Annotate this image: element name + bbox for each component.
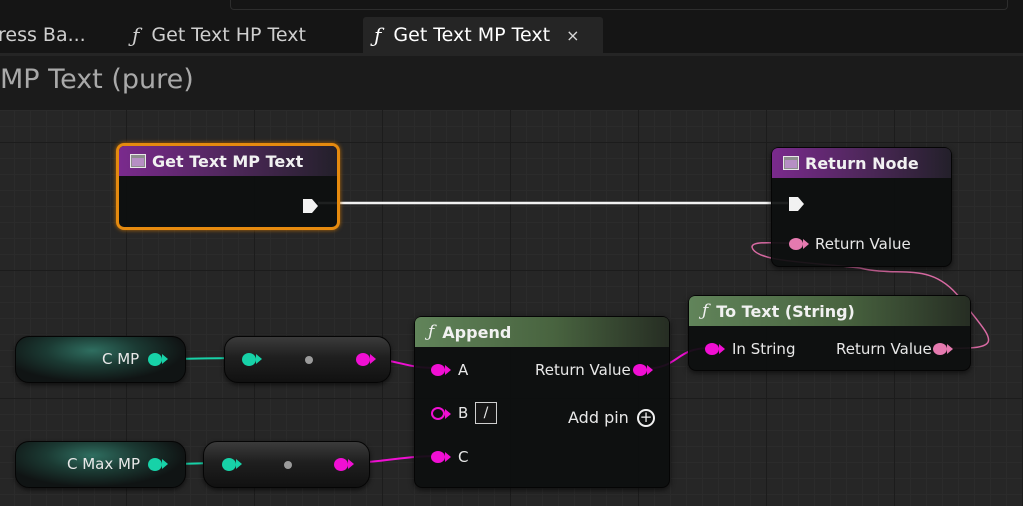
conversion-node-to-string[interactable]: [203, 441, 370, 488]
return-node[interactable]: Return Node Return Value: [771, 147, 952, 267]
output-pin[interactable]: [334, 458, 348, 471]
pin-arrow-icon: [803, 239, 809, 249]
node-header: Get Text MP Text: [119, 146, 337, 176]
conversion-dot-icon: [284, 461, 292, 469]
pin-b[interactable]: [431, 407, 445, 420]
output-pin[interactable]: [148, 458, 162, 471]
input-pin[interactable]: [222, 458, 236, 471]
in-string-pin[interactable]: [705, 343, 719, 355]
conversion-node-to-string[interactable]: [224, 336, 391, 383]
pin-arrow-icon: [348, 459, 354, 469]
output-pin[interactable]: [356, 353, 370, 366]
toolbar-edge: [230, 0, 1008, 10]
node-header: ƒ Append: [415, 317, 669, 347]
pin-label: Return Value: [836, 340, 932, 358]
graph-title: MP Text (pure): [0, 64, 194, 95]
pin-arrow-icon: [370, 354, 376, 364]
input-pin[interactable]: [242, 353, 256, 366]
tab-label: Get Text MP Text: [393, 24, 551, 46]
variable-label: C MP: [102, 350, 140, 368]
pin-arrow-icon: [445, 365, 451, 375]
pin-b-literal-input[interactable]: /: [475, 402, 497, 424]
pin-label: A: [458, 361, 469, 379]
node-title: Get Text MP Text: [152, 151, 304, 171]
variable-node-c-mp[interactable]: C MP: [15, 336, 186, 383]
tab-bar: ress Ba... ƒ Get Text HP Text ƒ Get Text…: [0, 0, 1023, 56]
output-pin[interactable]: [148, 353, 162, 366]
pin-arrow-icon: [719, 344, 725, 354]
variable-label: C Max MP: [67, 455, 141, 473]
return-value-pin[interactable]: [933, 343, 947, 355]
pin-arrow-icon: [162, 354, 168, 364]
function-return-icon: [783, 156, 799, 170]
return-value-pin[interactable]: [633, 364, 647, 376]
function-icon: ƒ: [702, 301, 709, 321]
pin-label: B: [458, 404, 469, 422]
variable-node-c-max-mp[interactable]: C Max MP: [15, 441, 186, 488]
node-header: Return Node: [772, 148, 951, 178]
close-icon[interactable]: ×: [566, 26, 579, 45]
return-value-pin[interactable]: [789, 238, 803, 250]
graph-canvas[interactable]: Get Text MP Text Return Node Return Valu…: [0, 110, 1023, 506]
node-title: Append: [442, 322, 512, 342]
pin-arrow-icon: [647, 365, 653, 375]
node-title: To Text (String): [716, 301, 855, 321]
pin-arrow-icon: [162, 459, 168, 469]
graph-title-bar: MP Text (pure): [0, 56, 1023, 110]
pin-c[interactable]: [431, 451, 445, 463]
pin-arrow-icon: [947, 344, 953, 354]
tab-label: Get Text HP Text: [151, 24, 306, 46]
pin-arrow-icon: [445, 409, 451, 419]
exec-in-pin[interactable]: [789, 197, 804, 211]
tab-progress-bar[interactable]: ress Ba...: [0, 17, 90, 53]
add-pin-icon[interactable]: +: [637, 409, 655, 427]
function-entry-node[interactable]: Get Text MP Text: [116, 143, 340, 230]
tab-label: ress Ba...: [0, 24, 86, 46]
tab-get-text-mp-text[interactable]: ƒ Get Text MP Text ×: [363, 17, 603, 53]
to-text-node[interactable]: ƒ To Text (String) In String Return Valu…: [688, 295, 971, 371]
node-title: Return Node: [805, 153, 919, 173]
conversion-dot-icon: [305, 356, 313, 364]
function-icon: ƒ: [428, 322, 435, 342]
exec-out-pin[interactable]: [303, 199, 318, 213]
function-icon: ƒ: [374, 23, 382, 47]
node-header: ƒ To Text (String): [689, 296, 970, 326]
append-node[interactable]: ƒ Append A Return Value B / Add pin + C: [414, 316, 670, 488]
pin-label: Return Value: [535, 361, 631, 379]
pin-a[interactable]: [431, 364, 445, 376]
function-entry-icon: [130, 154, 146, 168]
pin-label: Return Value: [815, 235, 911, 253]
pin-arrow-icon: [256, 354, 262, 364]
pin-arrow-icon: [236, 459, 242, 469]
tab-get-text-hp-text[interactable]: ƒ Get Text HP Text: [122, 17, 342, 53]
add-pin-label[interactable]: Add pin: [568, 408, 629, 427]
pin-label: In String: [732, 340, 796, 358]
pin-arrow-icon: [445, 452, 451, 462]
pin-label: C: [458, 448, 469, 466]
function-icon: ƒ: [132, 23, 140, 47]
